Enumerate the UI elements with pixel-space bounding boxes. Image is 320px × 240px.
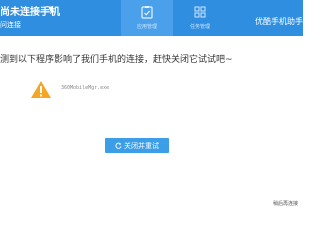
tab-app-management[interactable]: 应用管理 [121, 0, 173, 36]
grid-icon [194, 6, 206, 18]
connection-help-link[interactable]: 问连接 [0, 20, 21, 30]
title-bar: 尚未连接手机 ▼ 问连接 应用管理 任务管理 优酷手机助手 [0, 0, 303, 36]
close-and-retry-label: 关闭并重试 [124, 141, 159, 150]
close-and-retry-button[interactable]: 关闭并重试 [105, 138, 169, 153]
tab-label: 任务管理 [189, 24, 210, 30]
warning-icon [31, 81, 51, 98]
brand-logo-text: 优酷手机助手 [255, 17, 303, 26]
chevron-down-icon[interactable]: ▼ [48, 5, 53, 13]
warning-message: 测到以下程序影响了我们手机的连接，赶快关闭它试试吧~ [0, 55, 233, 65]
clipboard-check-icon [141, 6, 153, 19]
refresh-icon [115, 142, 122, 149]
process-name: 360MobileMgr.exe [61, 85, 110, 91]
tab-task-management[interactable]: 任务管理 [174, 0, 226, 36]
connect-later-link[interactable]: 稍后再连接 [273, 200, 298, 207]
tab-label: 应用管理 [136, 24, 157, 30]
